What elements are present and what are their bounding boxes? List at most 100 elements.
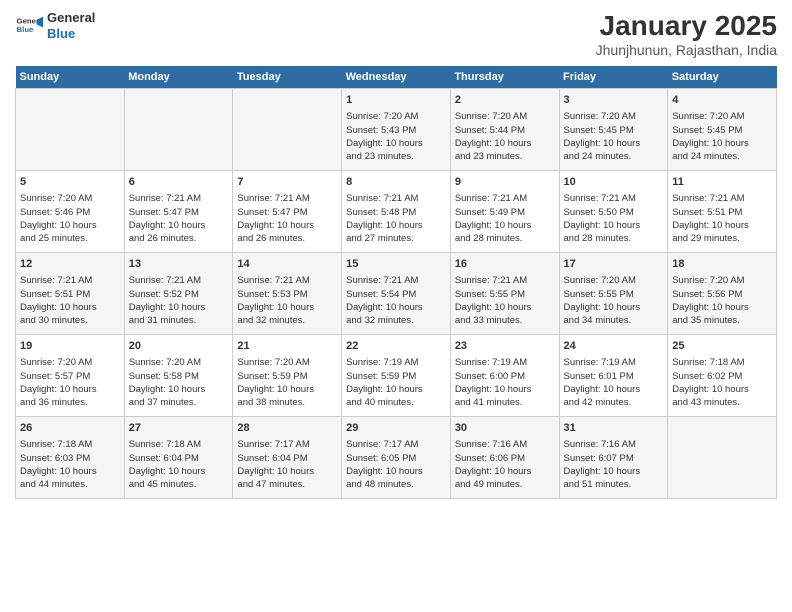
title-block: January 2025 Jhunjhunun, Rajasthan, Indi… [596,10,777,58]
calendar-day-cell: 2Sunrise: 7:20 AM Sunset: 5:44 PM Daylig… [450,89,559,171]
calendar-week-row: 5 Sunrise: 7:20 AM Sunset: 5:46 PM Daylig… [16,171,777,253]
day-info: Sunrise: 7:21 AM Sunset: 5:53 PM Dayligh… [237,274,337,327]
day-number: 18 [672,257,772,272]
day-number: 8 [346,175,446,190]
calendar-day-cell: 1Sunrise: 7:20 AM Sunset: 5:43 PM Daylig… [342,89,451,171]
day-info: Sunrise: 7:19 AM Sunset: 6:01 PM Dayligh… [564,356,664,409]
day-info: Sunrise: 7:18 AM Sunset: 6:02 PM Dayligh… [672,356,772,409]
calendar-day-cell: 3 Sunrise: 7:20 AM Sunset: 5:45 PM Daylig… [559,89,668,171]
day-number: 23 [455,339,555,354]
day-info: Sunrise: 7:16 AM Sunset: 6:07 PM Dayligh… [564,438,664,491]
day-number: 1 [346,93,446,108]
day-number: 14 [237,257,337,272]
calendar-day-cell: 18 Sunrise: 7:20 AM Sunset: 5:56 PM Dayli… [668,253,777,335]
calendar-day-cell: 24 Sunrise: 7:19 AM Sunset: 6:01 PM Dayli… [559,335,668,417]
day-info: Sunrise: 7:20 AM Sunset: 5:59 PM Dayligh… [237,356,337,409]
calendar-day-cell [124,89,233,171]
day-info: Sunrise: 7:21 AM Sunset: 5:55 PM Dayligh… [455,274,555,327]
day-info: Sunrise: 7:21 AM Sunset: 5:51 PM Dayligh… [672,192,772,245]
calendar-day-cell: 10Sunrise: 7:21 AM Sunset: 5:50 PM Dayli… [559,171,668,253]
day-info: Sunrise: 7:21 AM Sunset: 5:49 PM Dayligh… [455,192,555,245]
logo-text: General Blue [47,10,95,41]
page-subtitle: Jhunjhunun, Rajasthan, India [596,42,777,58]
calendar-day-cell: 15 Sunrise: 7:21 AM Sunset: 5:54 PM Dayli… [342,253,451,335]
day-info: Sunrise: 7:21 AM Sunset: 5:54 PM Dayligh… [346,274,446,327]
weekday-header: Thursday [450,66,559,89]
logo: General Blue General Blue [15,10,95,41]
day-number: 31 [564,421,664,436]
svg-text:Blue: Blue [17,25,35,34]
day-number: 24 [564,339,664,354]
calendar-day-cell: 22 Sunrise: 7:19 AM Sunset: 5:59 PM Dayli… [342,335,451,417]
day-number: 28 [237,421,337,436]
day-number: 5 [20,175,120,190]
weekday-header: Friday [559,66,668,89]
day-number: 6 [129,175,229,190]
calendar-day-cell: 8 Sunrise: 7:21 AM Sunset: 5:48 PM Daylig… [342,171,451,253]
calendar-day-cell: 7 Sunrise: 7:21 AM Sunset: 5:47 PM Daylig… [233,171,342,253]
day-number: 27 [129,421,229,436]
day-info: Sunrise: 7:20 AM Sunset: 5:56 PM Dayligh… [672,274,772,327]
day-info: Sunrise: 7:19 AM Sunset: 6:00 PM Dayligh… [455,356,555,409]
calendar-day-cell: 31 Sunrise: 7:16 AM Sunset: 6:07 PM Dayli… [559,417,668,499]
calendar-day-cell: 27 Sunrise: 7:18 AM Sunset: 6:04 PM Dayli… [124,417,233,499]
calendar-week-row: 12 Sunrise: 7:21 AM Sunset: 5:51 PM Dayli… [16,253,777,335]
calendar-day-cell: 14 Sunrise: 7:21 AM Sunset: 5:53 PM Dayli… [233,253,342,335]
day-number: 7 [237,175,337,190]
day-number: 16 [455,257,555,272]
calendar-day-cell: 28 Sunrise: 7:17 AM Sunset: 6:04 PM Dayli… [233,417,342,499]
day-info: Sunrise: 7:16 AM Sunset: 6:06 PM Dayligh… [455,438,555,491]
day-info: Sunrise: 7:21 AM Sunset: 5:51 PM Dayligh… [20,274,120,327]
calendar-day-cell [233,89,342,171]
day-info: Sunrise: 7:18 AM Sunset: 6:03 PM Dayligh… [20,438,120,491]
calendar-day-cell: 23 Sunrise: 7:19 AM Sunset: 6:00 PM Dayli… [450,335,559,417]
day-info: Sunrise: 7:20 AM Sunset: 5:45 PM Dayligh… [672,110,772,163]
day-number: 12 [20,257,120,272]
calendar-week-row: 19Sunrise: 7:20 AM Sunset: 5:57 PM Dayli… [16,335,777,417]
day-number: 30 [455,421,555,436]
calendar-day-cell: 9Sunrise: 7:21 AM Sunset: 5:49 PM Daylig… [450,171,559,253]
day-info: Sunrise: 7:20 AM Sunset: 5:58 PM Dayligh… [129,356,229,409]
day-number: 29 [346,421,446,436]
day-info: Sunrise: 7:18 AM Sunset: 6:04 PM Dayligh… [129,438,229,491]
day-info: Sunrise: 7:21 AM Sunset: 5:47 PM Dayligh… [237,192,337,245]
weekday-header: Tuesday [233,66,342,89]
day-info: Sunrise: 7:21 AM Sunset: 5:52 PM Dayligh… [129,274,229,327]
calendar-day-cell: 17Sunrise: 7:20 AM Sunset: 5:55 PM Dayli… [559,253,668,335]
day-info: Sunrise: 7:21 AM Sunset: 5:48 PM Dayligh… [346,192,446,245]
calendar-day-cell [668,417,777,499]
day-number: 10 [564,175,664,190]
day-info: Sunrise: 7:20 AM Sunset: 5:55 PM Dayligh… [564,274,664,327]
weekday-header: Wednesday [342,66,451,89]
calendar-table: SundayMondayTuesdayWednesdayThursdayFrid… [15,66,777,499]
calendar-day-cell: 13 Sunrise: 7:21 AM Sunset: 5:52 PM Dayli… [124,253,233,335]
day-info: Sunrise: 7:17 AM Sunset: 6:05 PM Dayligh… [346,438,446,491]
calendar-day-cell: 4 Sunrise: 7:20 AM Sunset: 5:45 PM Daylig… [668,89,777,171]
day-number: 26 [20,421,120,436]
calendar-day-cell: 16 Sunrise: 7:21 AM Sunset: 5:55 PM Dayli… [450,253,559,335]
calendar-week-row: 26 Sunrise: 7:18 AM Sunset: 6:03 PM Dayli… [16,417,777,499]
calendar-header: SundayMondayTuesdayWednesdayThursdayFrid… [16,66,777,89]
day-number: 13 [129,257,229,272]
calendar-day-cell: 11Sunrise: 7:21 AM Sunset: 5:51 PM Dayli… [668,171,777,253]
day-number: 21 [237,339,337,354]
logo-icon: General Blue [15,12,43,40]
day-number: 15 [346,257,446,272]
day-info: Sunrise: 7:20 AM Sunset: 5:44 PM Dayligh… [455,110,555,163]
calendar-day-cell: 20 Sunrise: 7:20 AM Sunset: 5:58 PM Dayli… [124,335,233,417]
day-info: Sunrise: 7:20 AM Sunset: 5:45 PM Dayligh… [564,110,664,163]
day-number: 4 [672,93,772,108]
calendar-day-cell: 12 Sunrise: 7:21 AM Sunset: 5:51 PM Dayli… [16,253,125,335]
day-info: Sunrise: 7:20 AM Sunset: 5:57 PM Dayligh… [20,356,120,409]
weekday-header: Sunday [16,66,125,89]
day-info: Sunrise: 7:20 AM Sunset: 5:46 PM Dayligh… [20,192,120,245]
calendar-day-cell: 5 Sunrise: 7:20 AM Sunset: 5:46 PM Daylig… [16,171,125,253]
day-number: 22 [346,339,446,354]
calendar-day-cell: 19Sunrise: 7:20 AM Sunset: 5:57 PM Dayli… [16,335,125,417]
calendar-week-row: 1Sunrise: 7:20 AM Sunset: 5:43 PM Daylig… [16,89,777,171]
day-info: Sunrise: 7:19 AM Sunset: 5:59 PM Dayligh… [346,356,446,409]
day-number: 20 [129,339,229,354]
calendar-day-cell: 6Sunrise: 7:21 AM Sunset: 5:47 PM Daylig… [124,171,233,253]
day-info: Sunrise: 7:17 AM Sunset: 6:04 PM Dayligh… [237,438,337,491]
day-number: 3 [564,93,664,108]
